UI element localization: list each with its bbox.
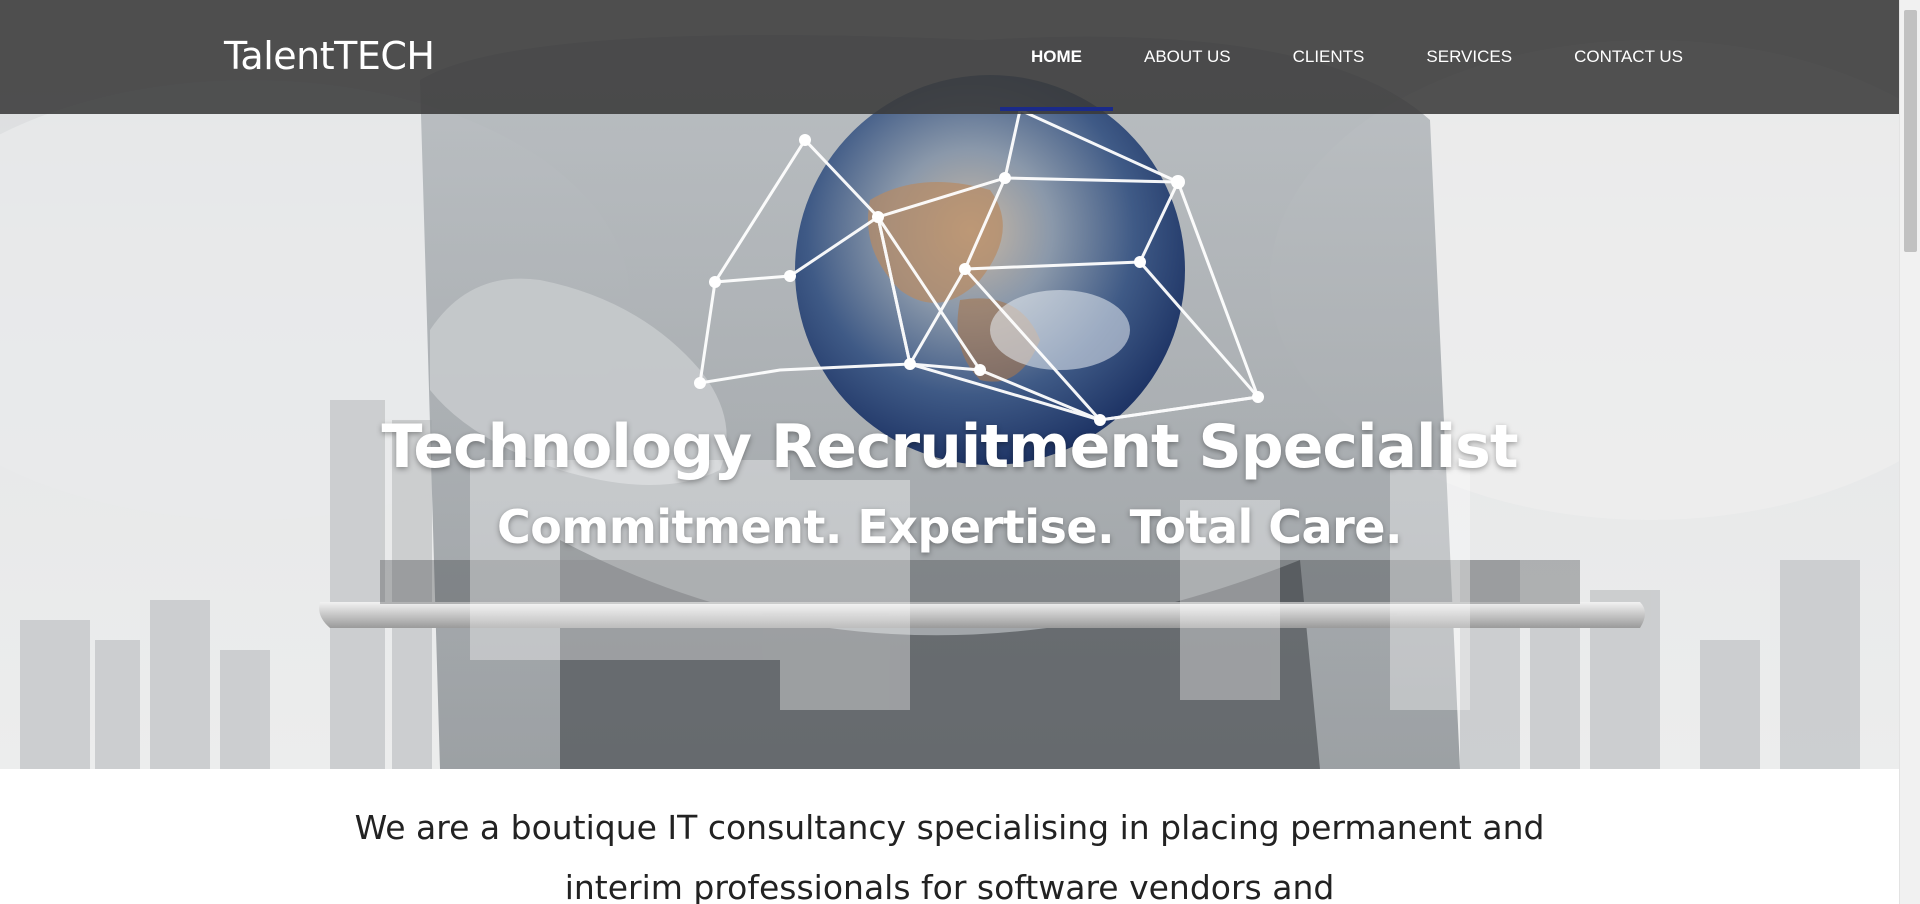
site-logo[interactable]: TalentTECH — [224, 34, 435, 78]
site-header: TalentTECH HOME ABOUT US CLIENTS SERVICE… — [0, 0, 1899, 114]
nav-clients[interactable]: CLIENTS — [1262, 0, 1396, 114]
hero-subtitle: Commitment. Expertise. Total Care. — [497, 500, 1402, 554]
hero-title: Technology Recruitment Specialist — [381, 412, 1518, 482]
hero-banner: Technology Recruitment Specialist Commit… — [0, 0, 1899, 769]
main-nav: HOME ABOUT US CLIENTS SERVICES CONTACT U… — [1000, 0, 1714, 114]
nav-services[interactable]: SERVICES — [1395, 0, 1543, 114]
nav-home[interactable]: HOME — [1000, 0, 1113, 114]
page: Technology Recruitment Specialist Commit… — [0, 0, 1899, 904]
nav-about-us[interactable]: ABOUT US — [1113, 0, 1262, 114]
intro-line-1: We are a boutique IT consultancy special… — [354, 808, 1545, 847]
page-scrollbar[interactable] — [1899, 0, 1920, 904]
intro-text: We are a boutique IT consultancy special… — [0, 798, 1899, 904]
intro-line-2: interim professionals for software vendo… — [564, 868, 1335, 904]
hero-image — [0, 35, 1899, 769]
nav-contact-us[interactable]: CONTACT US — [1543, 0, 1714, 114]
globe-icon — [795, 75, 1185, 465]
scrollbar-thumb[interactable] — [1904, 10, 1917, 252]
